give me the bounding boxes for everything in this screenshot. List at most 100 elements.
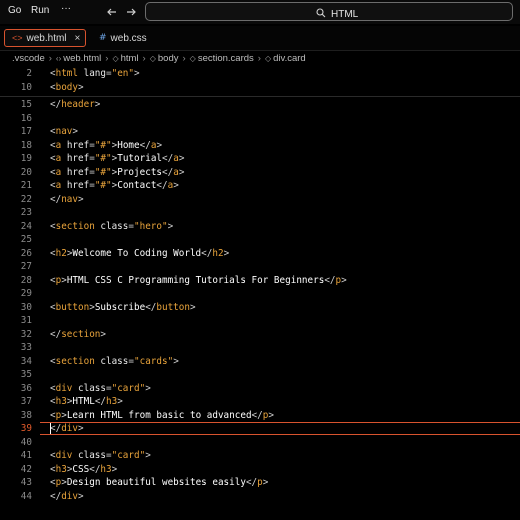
- code-line[interactable]: 24 <section class="hero">: [0, 220, 520, 234]
- code-token: nav: [61, 193, 78, 205]
- breadcrumb-item[interactable]: ◇ section.cards: [190, 53, 254, 64]
- code-text: <a href="#">Projects</a>: [50, 167, 184, 178]
- code-line[interactable]: 37 <h3>HTML</h3>: [0, 395, 520, 409]
- chevron-right-icon: ›: [142, 52, 146, 64]
- code-token: Welcome To Coding World: [72, 247, 202, 259]
- line-number: 25: [20, 234, 32, 246]
- code-token: >: [156, 139, 163, 151]
- line-number: 2: [26, 68, 32, 80]
- code-line[interactable]: 27: [0, 260, 520, 274]
- line-number: 38: [20, 409, 32, 421]
- code-line[interactable]: 31: [0, 314, 520, 328]
- code-token: div: [61, 490, 78, 502]
- code-token: div: [55, 450, 73, 462]
- code-line[interactable]: 40: [0, 436, 520, 450]
- arrow-left-icon[interactable]: [104, 4, 120, 20]
- line-number: 16: [20, 112, 32, 124]
- text-cursor: [50, 423, 51, 434]
- menu-go[interactable]: Go: [8, 5, 21, 16]
- breadcrumb: .vscode › ‹› web.html › ◇ html › ◇ body › ◇…: [0, 51, 520, 65]
- element-icon: ◇: [189, 53, 196, 63]
- code-text: <div class="card">: [50, 450, 151, 461]
- code-text: </section>: [50, 329, 106, 340]
- code-text: <nav>: [50, 126, 78, 137]
- code-line[interactable]: 25: [0, 233, 520, 247]
- code-token: button: [156, 301, 190, 313]
- code-token: "#": [94, 166, 112, 178]
- code-token: </: [324, 274, 336, 286]
- code-line[interactable]: 26 <h2>Welcome To Coding World</h2>: [0, 247, 520, 261]
- code-line[interactable]: 15 </header>: [0, 98, 520, 112]
- code-text: <button>Subscribe</button>: [50, 302, 196, 313]
- code-line[interactable]: 35: [0, 368, 520, 382]
- code-line[interactable]: 34 <section class="cards">: [0, 355, 520, 369]
- code-token: HTML CSS C Programming Tutorials For Beg…: [66, 274, 325, 286]
- code-line[interactable]: 16: [0, 112, 520, 126]
- line-number: 44: [20, 490, 32, 502]
- code-text: <p>HTML CSS C Programming Tutorials For …: [50, 275, 347, 286]
- code-token: header: [61, 99, 95, 111]
- code-text: </header>: [50, 99, 100, 110]
- code-line[interactable]: 32 </section>: [0, 328, 520, 342]
- close-icon[interactable]: ×: [75, 33, 81, 44]
- code-line[interactable]: 19 <a href="#">Tutorial</a>: [0, 152, 520, 166]
- tab-web-css[interactable]: # web.css: [92, 29, 162, 47]
- code-line[interactable]: 20 <a href="#">Projects</a>: [0, 166, 520, 180]
- element-icon: ◇: [112, 53, 119, 63]
- menu-run[interactable]: Run: [31, 5, 49, 16]
- code-text: <p>Learn HTML from basic to advanced</p>: [50, 410, 274, 421]
- code-line[interactable]: 42 <h3>CSS</h3>: [0, 463, 520, 477]
- code-token: >: [117, 396, 123, 408]
- code-line[interactable]: 43 <p>Design beautiful websites easily</p…: [0, 476, 520, 490]
- breadcrumb-item[interactable]: ◇ div.card: [265, 53, 306, 64]
- code-editor[interactable]: 2 <html lang="en"> 10 <body> 15 </header> 16 17…: [0, 66, 520, 520]
- line-number: 32: [20, 328, 32, 340]
- code-token: h2: [55, 247, 67, 259]
- line-number: 41: [20, 450, 32, 462]
- code-token: section: [55, 220, 95, 232]
- line-number: 20: [20, 166, 32, 178]
- breadcrumb-item[interactable]: ◇ body: [150, 53, 179, 64]
- code-line[interactable]: 29: [0, 287, 520, 301]
- line-number: 19: [20, 153, 32, 165]
- breadcrumb-item[interactable]: .vscode: [12, 53, 45, 64]
- code-token: h3: [106, 396, 118, 408]
- search-icon: [316, 5, 326, 23]
- code-line[interactable]: 44 </div>: [0, 490, 520, 504]
- line-number: 22: [20, 193, 32, 205]
- code-line[interactable]: 33: [0, 341, 520, 355]
- tab-web-html[interactable]: <> web.html ×: [4, 29, 86, 47]
- code-token: href: [61, 180, 90, 192]
- code-token: "cards": [134, 355, 174, 367]
- code-token: "#": [94, 180, 112, 192]
- code-token: class: [94, 355, 129, 367]
- menu-more[interactable]: ···: [61, 3, 71, 14]
- code-line[interactable]: 22 </nav>: [0, 193, 520, 207]
- code-token: class: [94, 220, 129, 232]
- title-bar: Go Run ··· HTML: [0, 0, 520, 24]
- code-line[interactable]: 28 <p>HTML CSS C Programming Tutorials Fo…: [0, 274, 520, 288]
- code-line[interactable]: 36 <div class="card">: [0, 382, 520, 396]
- code-line[interactable]: 21 <a href="#">Contact</a>: [0, 179, 520, 193]
- code-line[interactable]: 38 <p>Learn HTML from basic to advanced</…: [0, 409, 520, 423]
- breadcrumb-item[interactable]: ◇ html: [112, 53, 138, 64]
- code-line[interactable]: 2 <html lang="en">: [0, 67, 520, 81]
- breadcrumb-item[interactable]: ‹› web.html: [56, 53, 101, 64]
- code-token: "en": [111, 68, 134, 80]
- code-token: </: [89, 463, 101, 475]
- code-line[interactable]: 23: [0, 206, 520, 220]
- code-line[interactable]: 41 <div class="card">: [0, 449, 520, 463]
- code-token: Projects: [117, 166, 163, 178]
- code-token: CSS: [72, 463, 90, 475]
- code-line[interactable]: 18 <a href="#">Home</a>: [0, 139, 520, 153]
- code-token: >: [178, 153, 185, 165]
- code-text: <a href="#">Tutorial</a>: [50, 153, 184, 164]
- code-line[interactable]: 30 <button>Subscribe</button>: [0, 301, 520, 315]
- html-file-icon: ‹›: [55, 53, 62, 63]
- code-line[interactable]: 10 <body>: [0, 81, 520, 95]
- code-line[interactable]: 17 <nav>: [0, 125, 520, 139]
- arrow-right-icon[interactable]: [123, 4, 139, 20]
- command-search-box[interactable]: HTML: [145, 2, 513, 21]
- code-token: >: [262, 477, 269, 489]
- code-token: div: [55, 382, 73, 394]
